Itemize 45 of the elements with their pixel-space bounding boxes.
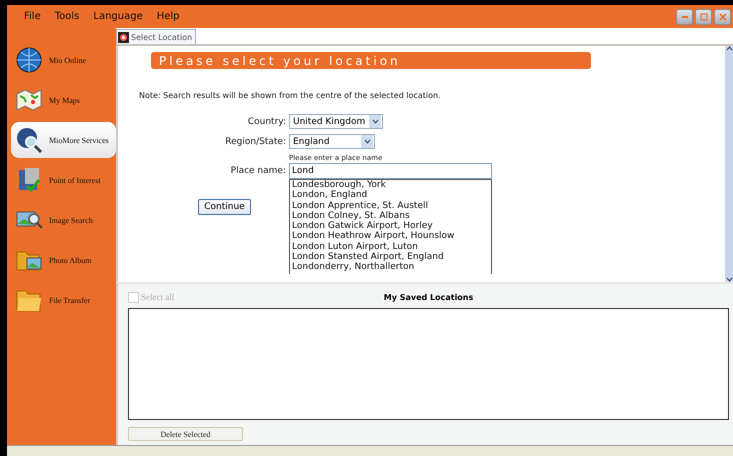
chevron-down-icon xyxy=(372,119,378,124)
place-input[interactable]: Lond xyxy=(289,163,492,179)
suggestion-item[interactable]: London, England xyxy=(290,190,491,201)
country-dropdown[interactable]: United Kingdom xyxy=(289,114,383,129)
maximize-icon xyxy=(700,12,708,20)
select-all-label: Select all xyxy=(141,292,174,302)
continue-button[interactable]: Continue xyxy=(198,199,251,215)
suggestion-item[interactable]: Londonderry, Northallerton xyxy=(290,262,491,273)
page-header: Please select your location xyxy=(151,52,591,69)
sidebar-item[interactable]: Image Search xyxy=(11,202,116,238)
suggestion-item[interactable]: London Heathrow Airport, Hounslow xyxy=(290,231,491,242)
suggestion-item[interactable]: London Gatwick Airport, Horley xyxy=(290,221,491,232)
chevron-down-icon xyxy=(364,139,370,144)
menu-item[interactable]: File xyxy=(17,11,48,22)
menu-item[interactable]: Language xyxy=(86,11,150,22)
sidebar-item[interactable]: Photo Album xyxy=(11,242,116,278)
note-text: Note: Search results will be shown from the centre of the selected location. xyxy=(139,91,442,100)
magnifier-globe-icon xyxy=(15,126,43,154)
suggestion-item[interactable]: London Colney, St. Albans xyxy=(290,210,491,222)
region-dropdown[interactable]: England xyxy=(289,134,375,149)
sidebar-item[interactable]: MioMore Services xyxy=(11,122,116,158)
place-label: Place name: xyxy=(230,166,287,176)
close-button[interactable] xyxy=(714,8,731,24)
sidebar-item[interactable]: Point of Interest xyxy=(11,162,116,198)
sidebar-item[interactable]: File Transfer xyxy=(11,282,116,318)
minimize-icon xyxy=(682,16,688,18)
sidebar-item[interactable]: Mio Online xyxy=(11,42,116,78)
region-label: Region/State: xyxy=(224,136,287,146)
tab[interactable]: Select Location xyxy=(116,29,196,44)
suggestion-item[interactable]: London Luton Airport, Luton xyxy=(290,242,491,252)
chevron-up-icon xyxy=(726,46,732,51)
sidebar-item[interactable]: My Maps xyxy=(11,82,116,118)
suggestion-item[interactable]: London Stansted Airport, England xyxy=(290,252,491,262)
menu-item[interactable]: Tools xyxy=(48,11,86,22)
delete-selected-button[interactable]: Delete Selected xyxy=(128,427,243,441)
close-icon xyxy=(718,12,726,20)
minimize-button[interactable] xyxy=(676,8,693,24)
globe-icon xyxy=(15,46,43,74)
suggestion-item[interactable]: London Apprentice, St. Austell xyxy=(290,200,491,211)
suggestion-item[interactable]: Londesborough, York xyxy=(290,180,491,190)
menu-item[interactable]: Help xyxy=(150,11,187,22)
maximize-button[interactable] xyxy=(695,8,712,24)
saved-locations-title: My Saved Locations xyxy=(384,292,474,302)
chevron-down-icon xyxy=(726,277,732,282)
country-label: Country: xyxy=(246,116,287,126)
